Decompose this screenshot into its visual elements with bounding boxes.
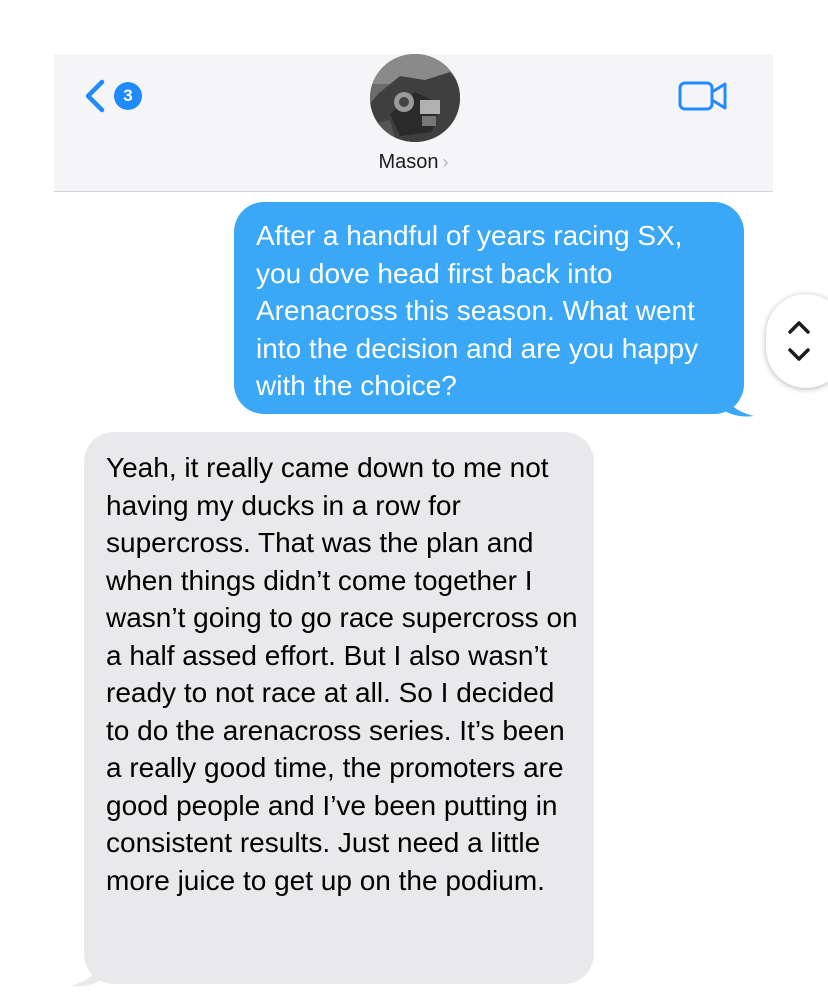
scroll-handle[interactable] <box>766 294 828 388</box>
sent-message-bubble[interactable]: After a handful of years racing SX, you … <box>234 202 744 414</box>
received-message-bubble[interactable]: Yeah, it really came down to me not havi… <box>84 432 594 984</box>
avatar-photo-icon <box>370 54 460 142</box>
received-bubble-tail <box>70 962 104 987</box>
sent-bubble-tail <box>720 392 754 417</box>
contact-name[interactable]: Mason › <box>54 151 773 174</box>
conversation-header: 3 Mason › <box>54 54 773 192</box>
unread-count-badge[interactable]: 3 <box>114 82 142 110</box>
chevron-up-down-icon <box>788 321 810 361</box>
video-camera-icon[interactable] <box>678 79 728 113</box>
contact-name-text: Mason <box>378 151 439 173</box>
contact-avatar[interactable] <box>370 54 460 142</box>
chevron-right-icon: › <box>442 152 449 172</box>
chevron-left-icon[interactable] <box>82 78 108 114</box>
